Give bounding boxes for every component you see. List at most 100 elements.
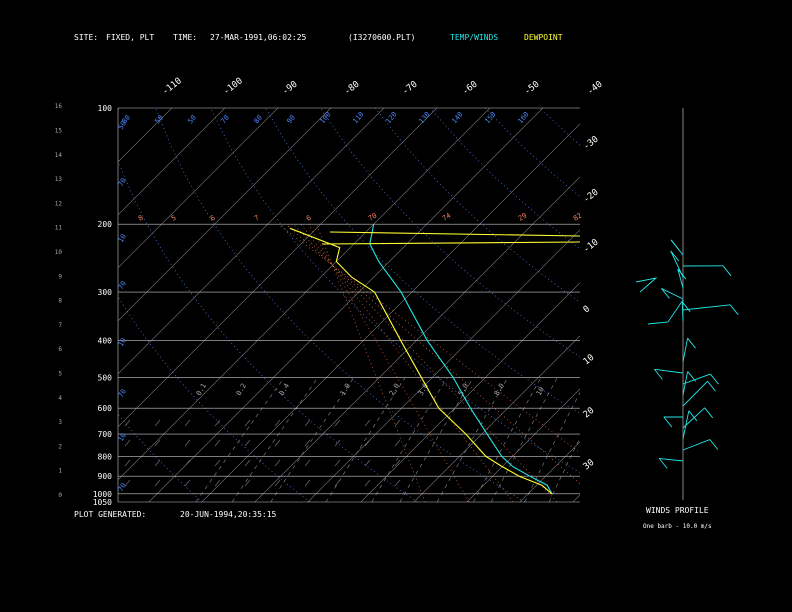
wind-barb-flag	[658, 458, 668, 469]
height-tick-label: 15	[55, 128, 63, 135]
pressure-tick-label: 800	[98, 452, 113, 461]
mixing-ratio-line	[490, 377, 558, 502]
height-tick-label: 7	[58, 322, 62, 329]
dry-adiabat-label: 5	[170, 214, 178, 223]
wind-barb	[682, 439, 710, 451]
mixing-ratio-line	[524, 392, 580, 502]
theta-label-left: 10	[117, 233, 128, 244]
height-tick-label: 8	[58, 298, 62, 305]
theta-label-top: 150	[483, 110, 497, 125]
wind-barb	[635, 277, 658, 293]
isotherm-label-right: -10	[582, 237, 601, 255]
mixing-ratio-label: 0.2	[235, 382, 248, 397]
height-tick-label: 12	[55, 200, 63, 207]
height-tick-label: 11	[55, 225, 63, 232]
pressure-tick-label: 400	[98, 336, 113, 345]
dry-adiabat	[650, 108, 792, 502]
isotherm-label-top: -70	[401, 79, 420, 97]
isotherm	[466, 388, 580, 502]
wind-barb-flag	[722, 265, 732, 277]
grid-tick	[154, 459, 161, 467]
height-tick-label: 5	[58, 371, 62, 378]
pressure-tick-label: 900	[98, 472, 113, 481]
wind-barb	[647, 299, 684, 325]
mixing-ratio-label: 1.0	[339, 382, 352, 397]
isotherm-label-right: 30	[582, 458, 597, 473]
grid-tick	[154, 479, 161, 487]
dry-adiabat	[595, 108, 792, 502]
theta-label-top: 70	[219, 114, 231, 126]
grid-layer	[117, 107, 792, 503]
wind-barb-flag	[670, 239, 680, 251]
grid-tick	[184, 479, 191, 487]
isotherm	[148, 108, 544, 502]
wind-barb-flag	[707, 380, 716, 392]
pressure-tick-label: 1050	[93, 498, 112, 507]
isotherm-label-top: -90	[281, 79, 300, 97]
wind-barb-flag	[687, 337, 696, 349]
grid-tick	[364, 459, 371, 467]
pressure-tick-label: 500	[98, 374, 113, 383]
isotherm-label-top: -40	[586, 79, 605, 97]
grid-tick	[334, 459, 341, 467]
isotherm	[679, 108, 792, 502]
isotherm	[118, 108, 491, 481]
dry-adiabat	[118, 159, 418, 502]
mixing-ratio-label: 2.0	[388, 382, 401, 397]
height-tick-label: 3	[58, 419, 62, 426]
grid-tick	[394, 419, 401, 427]
dry-adiabat-label: 8	[137, 214, 145, 223]
mixing-ratio-label: 0.4	[278, 382, 291, 397]
isotherm	[118, 108, 438, 428]
grid-tick	[274, 459, 281, 467]
grid-tick	[184, 439, 191, 447]
mixing-ratio-line	[473, 377, 542, 502]
wind-barb	[659, 457, 684, 462]
grid-tick	[244, 419, 251, 427]
dry-adiabat-label: 7	[253, 214, 261, 223]
wind-barb	[682, 410, 690, 440]
mixing-ratio-line	[231, 377, 319, 502]
grid-tick	[214, 459, 221, 467]
isotherm	[118, 108, 173, 163]
height-tick-label: 1	[58, 468, 62, 475]
isotherm	[360, 282, 580, 502]
theta-label-left: 70	[117, 388, 128, 399]
dry-adiabat	[265, 108, 580, 415]
wind-barb-flag	[704, 407, 714, 419]
series-line-dewpoint	[289, 227, 553, 495]
theta-label-top: 90	[285, 114, 297, 126]
theta-label-top: 50	[153, 114, 165, 126]
pressure-tick-label: 700	[98, 430, 113, 439]
grid-tick	[334, 439, 341, 447]
grid-tick	[184, 459, 191, 467]
wind-barb-flag	[710, 373, 719, 385]
theta-label-top: 130	[417, 110, 431, 125]
wind-barb-flag	[729, 304, 739, 316]
theta-label-left: 10	[117, 432, 128, 443]
wind-barb	[682, 380, 708, 407]
isotherm-label-top: -60	[461, 79, 480, 97]
wind-barb-flag	[709, 439, 719, 450]
grid-tick	[364, 479, 371, 487]
theta-label-left: 70	[117, 482, 128, 493]
dry-adiabat	[320, 108, 580, 358]
isotherm-label-top: -110	[161, 76, 184, 97]
grid-tick	[214, 479, 221, 487]
isotherm-label-right: 20	[582, 406, 597, 421]
isotherm-label-top: -100	[222, 76, 245, 97]
skewt-chart: 10020030040050060070080090010001050-110-…	[55, 76, 792, 507]
mixing-ratio-label: 0.1	[195, 382, 208, 397]
isotherm	[118, 108, 226, 216]
grid-tick	[154, 439, 161, 447]
isotherm-label-right: 10	[582, 353, 597, 368]
wind-barb	[654, 368, 684, 374]
grid-tick	[394, 439, 401, 447]
theta-label-left: 70	[117, 177, 128, 188]
pressure-tick-label: 100	[98, 104, 113, 113]
isotherm	[118, 108, 279, 269]
dry-adiabat	[429, 108, 580, 250]
height-tick-label: 10	[55, 249, 63, 256]
dry-adiabat	[118, 413, 203, 502]
grid-tick	[214, 439, 221, 447]
